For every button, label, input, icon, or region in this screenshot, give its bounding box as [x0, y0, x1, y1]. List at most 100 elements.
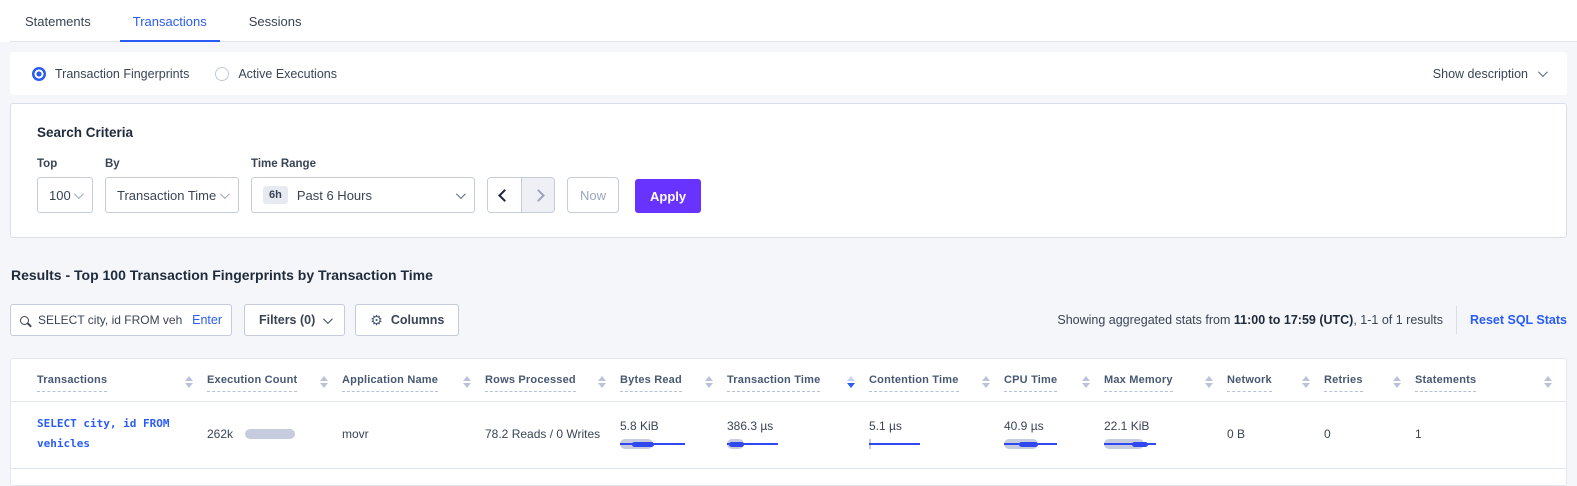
transaction-time-bar	[727, 439, 799, 449]
fingerprint-search-box[interactable]: Enter	[10, 304, 232, 336]
rows-processed-cell: 78.2 Reads / 0 Writes	[485, 427, 600, 441]
chevron-left-icon	[498, 189, 511, 202]
bytes-read-bar	[620, 439, 692, 449]
filters-label: Filters (0)	[259, 313, 315, 327]
time-range-badge: 6h	[263, 186, 288, 204]
tab-transactions[interactable]: Transactions	[112, 0, 228, 42]
network-cell: 0 B	[1227, 427, 1245, 441]
chevron-down-icon	[456, 189, 466, 199]
radio-selected-icon	[32, 67, 46, 81]
show-description-toggle[interactable]: Show description	[1433, 67, 1545, 81]
tab-statements[interactable]: Statements	[4, 0, 112, 42]
column-header-cpu-time[interactable]: CPU Time	[1004, 374, 1057, 392]
transactions-table-card: Transactions Execution Count Application…	[10, 358, 1567, 486]
sort-icon[interactable]	[1205, 374, 1213, 388]
tab-sessions[interactable]: Sessions	[228, 0, 323, 42]
execution-count-bar	[245, 429, 295, 439]
aggregated-stats-text: Showing aggregated stats from 11:00 to 1…	[1057, 313, 1443, 327]
max-memory-bar	[1104, 439, 1176, 449]
results-heading: Results - Top 100 Transaction Fingerprin…	[11, 267, 1567, 283]
chevron-down-icon	[220, 189, 230, 199]
search-criteria-title: Search Criteria	[37, 125, 1540, 140]
contention-time-cell: 5.1 µs	[869, 419, 990, 449]
column-header-network[interactable]: Network	[1227, 374, 1272, 392]
sort-icon[interactable]	[1544, 374, 1552, 388]
cpu-time-bar	[1004, 439, 1076, 449]
gear-icon: ⚙	[370, 313, 383, 327]
chevron-down-icon	[74, 189, 84, 199]
filters-button[interactable]: Filters (0)	[244, 304, 345, 336]
sort-icon[interactable]	[1302, 374, 1310, 388]
bytes-read-cell: 5.8 KiB	[620, 419, 713, 449]
contention-time-bar	[869, 439, 941, 449]
enter-hint[interactable]: Enter	[192, 313, 222, 327]
sort-icon[interactable]	[463, 374, 471, 388]
column-header-bytes-read[interactable]: Bytes Read	[620, 374, 682, 392]
chevron-right-icon	[532, 189, 545, 202]
sort-icon[interactable]	[1082, 374, 1090, 388]
table-row: SELECT city, id FROM vehicles 262k movr …	[11, 402, 1566, 469]
time-range-value: Past 6 Hours	[297, 188, 372, 203]
radio-transaction-fingerprints[interactable]: Transaction Fingerprints	[32, 67, 189, 81]
cpu-time-cell: 40.9 µs	[1004, 419, 1090, 449]
column-header-application-name[interactable]: Application Name	[342, 374, 438, 392]
search-icon	[20, 316, 29, 325]
search-criteria-panel: Search Criteria Top 100 By Transaction T…	[10, 103, 1567, 238]
sort-icon[interactable]	[320, 374, 328, 388]
view-radio-group: Transaction Fingerprints Active Executio…	[32, 67, 337, 81]
column-header-statements[interactable]: Statements	[1415, 374, 1476, 392]
previous-time-window-button[interactable]	[488, 178, 521, 212]
columns-label: Columns	[391, 313, 444, 327]
chevron-down-icon	[323, 314, 333, 324]
by-select[interactable]: Transaction Time	[105, 177, 239, 213]
table-header-row: Transactions Execution Count Application…	[11, 359, 1566, 402]
column-header-retries[interactable]: Retries	[1324, 374, 1363, 392]
chevron-down-icon	[1538, 67, 1548, 77]
search-criteria-controls: Top 100 By Transaction Time Time Range 6…	[37, 158, 1540, 213]
show-description-label: Show description	[1433, 67, 1528, 81]
column-header-transaction-time[interactable]: Transaction Time	[727, 374, 820, 392]
sort-icon[interactable]	[185, 374, 193, 388]
by-select-value: Transaction Time	[117, 188, 216, 203]
top-control: Top 100	[37, 158, 93, 213]
column-header-rows-processed[interactable]: Rows Processed	[485, 374, 576, 392]
sort-icon[interactable]	[1393, 374, 1401, 388]
view-toggle-bar: Transaction Fingerprints Active Executio…	[10, 52, 1567, 95]
sort-icon-active-desc[interactable]	[847, 374, 855, 388]
retries-cell: 0	[1324, 427, 1331, 441]
by-control: By Transaction Time	[105, 158, 239, 213]
time-range-control: Time Range 6h Past 6 Hours	[251, 158, 475, 213]
transaction-fingerprint-link[interactable]: SELECT city, id FROM vehicles	[37, 414, 209, 454]
top-label: Top	[37, 158, 93, 170]
transactions-table: Transactions Execution Count Application…	[11, 359, 1566, 469]
radio-label: Transaction Fingerprints	[55, 67, 189, 81]
sort-icon[interactable]	[598, 374, 606, 388]
columns-button[interactable]: ⚙ Columns	[355, 304, 459, 336]
time-range-label: Time Range	[251, 158, 475, 170]
radio-label: Active Executions	[238, 67, 337, 81]
sort-icon[interactable]	[982, 374, 990, 388]
column-header-max-memory[interactable]: Max Memory	[1104, 374, 1173, 392]
top-select-value: 100	[49, 188, 71, 203]
next-time-window-button[interactable]	[521, 178, 554, 212]
column-header-transactions[interactable]: Transactions	[37, 374, 107, 392]
column-header-contention-time[interactable]: Contention Time	[869, 374, 959, 392]
application-name-cell: movr	[342, 427, 369, 441]
reset-sql-stats-link[interactable]: Reset SQL Stats	[1470, 313, 1567, 327]
sort-icon[interactable]	[705, 374, 713, 388]
time-range-select[interactable]: 6h Past 6 Hours	[251, 177, 475, 213]
radio-unselected-icon	[215, 67, 229, 81]
statements-cell: 1	[1415, 427, 1422, 441]
radio-active-executions[interactable]: Active Executions	[215, 67, 337, 81]
max-memory-cell: 22.1 KiB	[1104, 419, 1213, 449]
now-button[interactable]: Now	[567, 177, 619, 213]
column-header-execution-count[interactable]: Execution Count	[207, 374, 297, 392]
vertical-divider	[1456, 306, 1457, 334]
search-input[interactable]	[36, 312, 185, 328]
page-tabs: Statements Transactions Sessions	[0, 0, 1577, 42]
stats-time-range: 11:00 to 17:59 (UTC)	[1234, 313, 1353, 327]
top-select[interactable]: 100	[37, 177, 93, 213]
apply-button[interactable]: Apply	[635, 179, 701, 213]
transaction-time-cell: 386.3 µs	[727, 419, 855, 449]
execution-count-cell: 262k	[207, 427, 328, 441]
